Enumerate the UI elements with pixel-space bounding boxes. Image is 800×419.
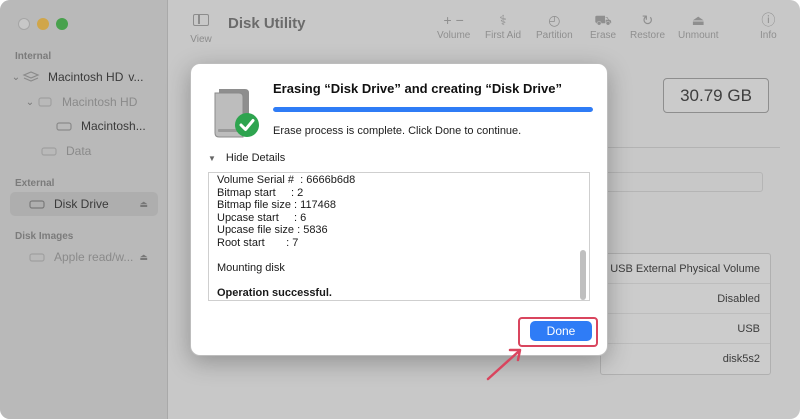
eject-icon[interactable]: ⏏ [139, 252, 148, 263]
sidebar-item-disk-drive[interactable]: Disk Drive ⏏ [10, 192, 158, 216]
log-line: Upcase start : 6 [217, 211, 307, 224]
chevron-down-icon: ▼ [208, 153, 216, 163]
stack-icon [22, 71, 40, 82]
eject-icon[interactable]: ⏏ [139, 199, 148, 210]
log-line: Bitmap file size : 117468 [217, 199, 337, 211]
disk-icon [56, 122, 72, 131]
add-remove-icon: + − [443, 12, 464, 28]
close-window-button[interactable] [18, 18, 30, 30]
erase-icon: ⛟ [594, 12, 612, 28]
log-line: Operation successful. [217, 286, 332, 299]
sidebar-section-internal: Internal [15, 51, 52, 62]
divider [608, 147, 780, 148]
unmount-icon: ⏏ [691, 12, 705, 28]
toolbar: View Disk Utility + − Volume ⚕ First Aid… [169, 0, 800, 52]
status-text: Erase process is complete. Click Done to… [273, 125, 522, 137]
hide-details-label: Hide Details [225, 152, 286, 164]
sidebar-item-macintosh-hd[interactable]: ⌄ Macintosh HD v... [10, 65, 160, 89]
disk-icon [29, 253, 45, 262]
minimize-window-button[interactable] [37, 18, 49, 30]
chevron-down-icon[interactable]: ⌄ [24, 97, 36, 108]
details-log[interactable]: Volume Serial # : 6666b6d8 Bitmap start :… [208, 172, 590, 301]
log-lines: Volume Serial # : 6666b6d8 Bitmap start :… [217, 174, 355, 299]
sidebar-item-macintosh-hd-volume[interactable]: ⌄ Macintosh HD [24, 90, 138, 114]
log-scrollbar[interactable] [580, 250, 586, 300]
partition-button[interactable]: ◴ Partition [536, 10, 573, 41]
progress-bar [273, 107, 593, 112]
first-aid-label: First Aid [485, 30, 522, 41]
capacity-display: 30.79 GB [663, 78, 769, 113]
log-line: Bitmap start : 2 [217, 186, 304, 199]
first-aid-button[interactable]: ⚕ First Aid [485, 10, 521, 41]
log-line: Volume Serial # : 6666b6d8 [217, 174, 356, 186]
restore-button[interactable]: ↻ Restore [630, 10, 665, 41]
hide-details-toggle[interactable]: ▼ Hide Details [208, 152, 285, 164]
usage-bar [600, 172, 763, 192]
sidebar-item-apple-read[interactable]: Apple read/w... ⏏ [10, 245, 158, 269]
volume-icon [38, 97, 52, 107]
view-button[interactable]: View [187, 10, 215, 45]
sidebar-section-disk-images: Disk Images [15, 231, 74, 242]
restore-icon: ↻ [641, 12, 654, 28]
sidebar-item-label: Apple read/w... [54, 250, 134, 264]
stethoscope-icon: ⚕ [499, 12, 507, 28]
done-button[interactable]: Done [530, 321, 592, 341]
sidebar: Internal ⌄ Macintosh HD v... ⌄ Macintosh… [0, 0, 168, 419]
unmount-button[interactable]: ⏏ Unmount [678, 10, 719, 41]
sidebar-section-external: External [15, 178, 55, 189]
dialog-title: Erasing “Disk Drive” and creating “Disk … [273, 81, 562, 96]
volume-label: Volume [437, 30, 471, 41]
log-line: Upcase file size : 5836 [217, 224, 328, 236]
checkmark-badge [235, 113, 259, 137]
sidebar-icon [193, 14, 209, 26]
pie-icon: ◴ [548, 12, 561, 28]
erase-progress-dialog: Erasing “Disk Drive” and creating “Disk … [190, 63, 608, 356]
disk-icon [29, 200, 45, 209]
log-line: Mounting disk [217, 261, 285, 274]
sidebar-item-label: Disk Drive [54, 197, 109, 211]
progress-fill [273, 107, 593, 112]
sidebar-item-label: Macintosh... [81, 119, 146, 133]
info-row-device: disk5s2 [722, 353, 760, 365]
view-label: View [190, 34, 212, 45]
info-label: Info [760, 30, 777, 41]
sidebar-item-label: Macintosh HD [48, 70, 124, 84]
info-table: USB External Physical Volume Disabled US… [600, 253, 771, 375]
restore-label: Restore [630, 30, 666, 41]
log-line: Root start : 7 [217, 236, 299, 249]
info-icon: ⓘ [761, 12, 776, 28]
sidebar-item-suffix: v... [128, 70, 144, 84]
partition-label: Partition [536, 30, 573, 41]
external-drive-icon [214, 89, 259, 138]
disk-icon [41, 147, 57, 156]
sidebar-item-label: Data [66, 144, 92, 158]
erase-button[interactable]: ⛟ Erase [590, 10, 616, 41]
sidebar-item-data[interactable]: Data [40, 139, 91, 163]
info-row-connection: USB External Physical Volume [601, 254, 770, 284]
window-title: Disk Utility [228, 15, 306, 32]
pointer-arrow-icon [486, 348, 522, 381]
info-row-owners: Disabled [601, 284, 770, 314]
chevron-down-icon[interactable]: ⌄ [10, 72, 22, 83]
sidebar-item-label: Macintosh HD [62, 95, 138, 109]
volume-button[interactable]: + − Volume [437, 10, 470, 41]
unmount-label: Unmount [678, 30, 719, 41]
erase-label: Erase [590, 30, 617, 41]
zoom-window-button[interactable] [56, 18, 68, 30]
info-button[interactable]: ⓘ Info [760, 10, 777, 41]
sidebar-item-macintosh-snapshot[interactable]: Macintosh... [55, 114, 146, 138]
info-row-connection-type: USB [601, 314, 770, 344]
